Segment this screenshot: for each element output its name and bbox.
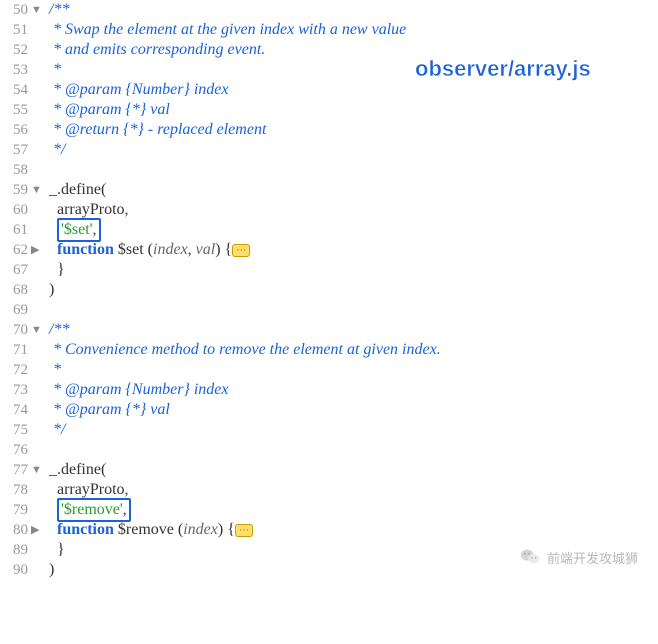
code-line: 72 * xyxy=(0,360,658,380)
line-number: 60 xyxy=(0,200,30,220)
code-content: arrayProto, xyxy=(45,200,129,220)
line-number: 55 xyxy=(0,100,30,120)
code-line: 77▼_.define( xyxy=(0,460,658,480)
fold-toggle[interactable]: ▶ xyxy=(30,240,45,260)
code-content: * xyxy=(45,60,61,80)
code-content: } xyxy=(45,540,65,560)
line-number: 76 xyxy=(0,440,30,460)
line-number: 73 xyxy=(0,380,30,400)
line-number: 51 xyxy=(0,20,30,40)
line-number: 67 xyxy=(0,260,30,280)
file-path-overlay: observer/array.js xyxy=(415,56,591,82)
code-line: 54 * @param {Number} index xyxy=(0,80,658,100)
code-line: 61 '$set', xyxy=(0,220,658,240)
code-line: 68) xyxy=(0,280,658,300)
wechat-icon xyxy=(519,546,541,568)
code-line: 69 xyxy=(0,300,658,320)
line-number: 59 xyxy=(0,180,30,200)
fold-toggle[interactable]: ▼ xyxy=(30,460,45,480)
line-number: 90 xyxy=(0,560,30,580)
code-content: /** xyxy=(45,320,69,340)
code-content: arrayProto, xyxy=(45,480,129,500)
fold-toggle[interactable]: ▼ xyxy=(30,0,45,20)
code-content: '$remove', xyxy=(45,498,131,522)
line-number: 61 xyxy=(0,220,30,240)
code-content: function $remove (index) {⋯ xyxy=(45,520,253,540)
code-content: ) xyxy=(45,280,54,300)
code-content: */ xyxy=(45,420,65,440)
fold-toggle[interactable]: ▼ xyxy=(30,320,45,340)
line-number: 72 xyxy=(0,360,30,380)
code-line: 74 * @param {*} val xyxy=(0,400,658,420)
editor-body: 50▼/**51 * Swap the element at the given… xyxy=(0,0,658,580)
line-number: 74 xyxy=(0,400,30,420)
code-content: function $set (index, val) {⋯ xyxy=(45,240,250,260)
line-number: 89 xyxy=(0,540,30,560)
code-content: /** xyxy=(45,0,69,20)
code-line: 70▼/** xyxy=(0,320,658,340)
code-content: _.define( xyxy=(45,460,106,480)
fold-toggle[interactable]: ▶ xyxy=(30,520,45,540)
fold-marker-icon[interactable]: ⋯ xyxy=(232,244,250,257)
code-content: * @param {*} val xyxy=(45,100,170,120)
code-line: 76 xyxy=(0,440,658,460)
code-line: 55 * @param {*} val xyxy=(0,100,658,120)
code-line: 80▶ function $remove (index) {⋯ xyxy=(0,520,658,540)
line-number: 77 xyxy=(0,460,30,480)
code-line: 75 */ xyxy=(0,420,658,440)
line-number: 70 xyxy=(0,320,30,340)
code-line: 58 xyxy=(0,160,658,180)
code-line: 62▶ function $set (index, val) {⋯ xyxy=(0,240,658,260)
line-number: 58 xyxy=(0,160,30,180)
code-content: _.define( xyxy=(45,180,106,200)
code-content: } xyxy=(45,260,65,280)
line-number: 69 xyxy=(0,300,30,320)
line-number: 62 xyxy=(0,240,30,260)
code-line: 59▼_.define( xyxy=(0,180,658,200)
code-content: * and emits corresponding event. xyxy=(45,40,265,60)
code-line: 79 '$remove', xyxy=(0,500,658,520)
code-line: 73 * @param {Number} index xyxy=(0,380,658,400)
watermark: 前端开发攻城狮 xyxy=(519,546,638,568)
fold-marker-icon[interactable]: ⋯ xyxy=(235,524,253,537)
code-line: 71 * Convenience method to remove the el… xyxy=(0,340,658,360)
code-content: ) xyxy=(45,560,54,580)
code-content: */ xyxy=(45,140,65,160)
code-line: 56 * @return {*} - replaced element xyxy=(0,120,658,140)
code-line: 50▼/** xyxy=(0,0,658,20)
line-number: 56 xyxy=(0,120,30,140)
code-line: 78 arrayProto, xyxy=(0,480,658,500)
fold-toggle[interactable]: ▼ xyxy=(30,180,45,200)
line-number: 79 xyxy=(0,500,30,520)
code-line: 51 * Swap the element at the given index… xyxy=(0,20,658,40)
code-content: * Swap the element at the given index wi… xyxy=(45,20,406,40)
line-number: 71 xyxy=(0,340,30,360)
code-content: '$set', xyxy=(45,218,101,242)
code-content: * @param {*} val xyxy=(45,400,170,420)
line-number: 50 xyxy=(0,0,30,20)
code-content: * @return {*} - replaced element xyxy=(45,120,266,140)
code-content: * @param {Number} index xyxy=(45,380,229,400)
code-content: * @param {Number} index xyxy=(45,80,229,100)
line-number: 57 xyxy=(0,140,30,160)
code-content: * Convenience method to remove the eleme… xyxy=(45,340,441,360)
highlight-box: '$set', xyxy=(57,218,101,242)
highlight-box: '$remove', xyxy=(57,498,131,522)
line-number: 68 xyxy=(0,280,30,300)
line-number: 54 xyxy=(0,80,30,100)
line-number: 80 xyxy=(0,520,30,540)
line-number: 78 xyxy=(0,480,30,500)
code-content: * xyxy=(45,360,61,380)
code-line: 57 */ xyxy=(0,140,658,160)
code-line: 67 } xyxy=(0,260,658,280)
line-number: 53 xyxy=(0,60,30,80)
code-editor: 50▼/**51 * Swap the element at the given… xyxy=(0,0,658,580)
line-number: 75 xyxy=(0,420,30,440)
line-number: 52 xyxy=(0,40,30,60)
code-line: 60 arrayProto, xyxy=(0,200,658,220)
